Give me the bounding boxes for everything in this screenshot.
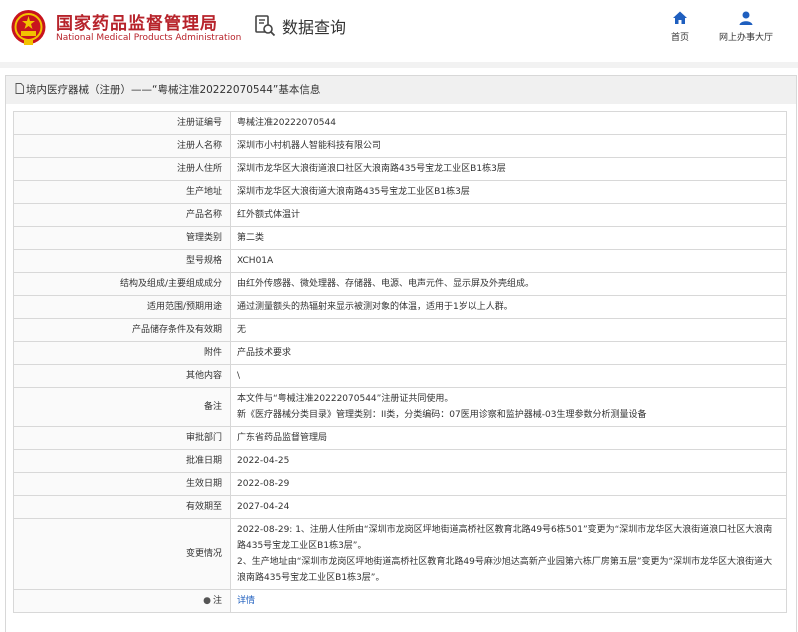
lightbulb-icon: ● xyxy=(203,596,211,606)
row-value: 红外额式体温计 xyxy=(230,203,787,227)
row-value: 2022-04-25 xyxy=(230,449,787,473)
row-value: \ xyxy=(230,364,787,388)
header-divider xyxy=(0,62,798,68)
row-value: 由红外传感器、微处理器、存储器、电源、电声元件、显示屏及外壳组成。 xyxy=(230,272,787,296)
table-row: 有效期至 2027-04-24 xyxy=(13,495,787,519)
remark-line-1: 本文件与“粤械注准20222070544”注册证共同使用。 xyxy=(237,394,454,404)
table-row: 结构及组成/主要组成成分 由红外传感器、微处理器、存储器、电源、电声元件、显示屏及… xyxy=(13,272,787,296)
nav-home-label: 首页 xyxy=(670,33,689,43)
row-label: 变更情况 xyxy=(13,518,231,590)
table-row: 生产地址 深圳市龙华区大浪街道大浪南路435号宝龙工业区B1栋3层 xyxy=(13,180,787,204)
table-row: 其他内容 \ xyxy=(13,364,787,388)
row-value: 深圳市小村机器人智能科技有限公司 xyxy=(230,134,787,158)
row-value: 详情 xyxy=(230,589,787,613)
table-row: 生效日期 2022-08-29 xyxy=(13,472,787,496)
detail-table: 注册证编号 粤械注准20222070544 注册人名称 深圳市小村机器人智能科技有限… xyxy=(13,111,787,613)
table-row: 批准日期 2022-04-25 xyxy=(13,449,787,473)
row-value: 无 xyxy=(230,318,787,342)
nav-online-hall[interactable]: 网上办事大厅 xyxy=(712,10,780,43)
site-name-cn: 国家药品监督管理局 xyxy=(56,14,218,34)
row-label: 生产地址 xyxy=(13,180,231,204)
row-value: 第二类 xyxy=(230,226,787,250)
site-header: 国家药品监督管理局 National Medical Products Admi… xyxy=(0,0,798,62)
table-row: 产品储存条件及有效期无 xyxy=(13,318,787,342)
user-icon xyxy=(739,11,753,25)
row-label: 型号规格 xyxy=(13,249,231,273)
row-value: 广东省药品监督管理局 xyxy=(230,426,787,450)
row-label: 其他内容 xyxy=(13,364,231,388)
panel-title: 境内医疗器械（注册）——“粤械注准20222070544”基本信息 xyxy=(26,84,321,96)
row-label: ● 注 xyxy=(13,589,231,613)
change-line-1: 2022-08-29: 1、注册人住所由“深圳市龙岗区坪地街道高桥社区教育北路4… xyxy=(237,525,773,551)
row-value: 粤械注准20222070544 xyxy=(230,111,787,135)
row-value: 本文件与“粤械注准20222070544”注册证共同使用。新《医疗器械分类目录》… xyxy=(230,387,787,427)
table-row: ● 注详情 xyxy=(13,589,787,613)
nav-online-hall-label: 网上办事大厅 xyxy=(718,33,773,43)
table-row: 备注 本文件与“粤械注准20222070544”注册证共同使用。新《医疗器械分类目… xyxy=(13,387,787,427)
row-label: 管理类别 xyxy=(13,226,231,250)
note-label: 注 xyxy=(212,596,222,606)
table-row: 型号规格 XCH01A xyxy=(13,249,787,273)
detail-panel: 境内医疗器械（注册）——“粤械注准20222070544”基本信息 注册证编号粤… xyxy=(5,75,797,632)
row-value: 通过测量额头的热辐射来显示被测对象的体温，适用于1岁以上人群。 xyxy=(230,295,787,319)
table-row: 管理类别 第二类 xyxy=(13,226,787,250)
row-label: 适用范围/预期用途 xyxy=(13,295,231,319)
nav-home[interactable]: 首页 xyxy=(662,10,698,43)
table-row: 注册人住所 深圳市龙华区大浪街道浪口社区大浪南路435号宝龙工业区B1栋3层 xyxy=(13,157,787,181)
row-value: 2027-04-24 xyxy=(230,495,787,519)
row-label: 注册人住所 xyxy=(13,157,231,181)
row-label: 产品储存条件及有效期 xyxy=(13,318,231,342)
table-row: 产品名称 红外额式体温计 xyxy=(13,203,787,227)
table-row: 注册证编号 粤械注准20222070544 xyxy=(13,111,787,135)
row-value: 深圳市龙华区大浪街道浪口社区大浪南路435号宝龙工业区B1栋3层 xyxy=(230,157,787,181)
remark-line-2: 新《医疗器械分类目录》管理类别：II类，分类编码：07医用诊察和监护器械-03生… xyxy=(237,410,647,420)
row-value: 2022-08-29: 1、注册人住所由“深圳市龙岗区坪地街道高桥社区教育北路4… xyxy=(230,518,787,590)
row-label: 注册人名称 xyxy=(13,134,231,158)
panel-header: 境内医疗器械（注册）——“粤械注准20222070544”基本信息 xyxy=(6,76,796,104)
document-icon xyxy=(15,83,24,94)
details-link[interactable]: 详情 xyxy=(237,596,255,606)
row-value: 产品技术要求 xyxy=(230,341,787,365)
table-row: 注册人名称 深圳市小村机器人智能科技有限公司 xyxy=(13,134,787,158)
row-label: 结构及组成/主要组成成分 xyxy=(13,272,231,296)
site-name-en: National Medical Products Administration xyxy=(56,33,242,43)
row-label: 有效期至 xyxy=(13,495,231,519)
row-label: 生效日期 xyxy=(13,472,231,496)
search-doc-icon xyxy=(255,15,276,37)
row-value: 深圳市龙华区大浪街道大浪南路435号宝龙工业区B1栋3层 xyxy=(230,180,787,204)
row-value: 2022-08-29 xyxy=(230,472,787,496)
row-label: 备注 xyxy=(13,387,231,427)
table-row: 审批部门 广东省药品监督管理局 xyxy=(13,426,787,450)
row-label: 注册证编号 xyxy=(13,111,231,135)
row-label: 产品名称 xyxy=(13,203,231,227)
row-label: 审批部门 xyxy=(13,426,231,450)
national-emblem-icon xyxy=(11,10,46,45)
row-label: 批准日期 xyxy=(13,449,231,473)
row-value: XCH01A xyxy=(230,249,787,273)
table-row: 变更情况 2022-08-29: 1、注册人住所由“深圳市龙岗区坪地街道高桥社区教… xyxy=(13,518,787,590)
change-line-2: 2、生产地址由“深圳市龙岗区坪地街道高桥社区教育北路49号麻沙旭达高新产业园第六… xyxy=(237,557,773,583)
table-row: 适用范围/预期用途 通过测量额头的热辐射来显示被测对象的体温，适用于1岁以上人群。 xyxy=(13,295,787,319)
home-icon xyxy=(673,11,687,24)
row-label: 附件 xyxy=(13,341,231,365)
page-title: 数据查询 xyxy=(282,18,347,37)
table-row: 附件 产品技术要求 xyxy=(13,341,787,365)
page-title-block: 数据查询 xyxy=(254,14,346,38)
